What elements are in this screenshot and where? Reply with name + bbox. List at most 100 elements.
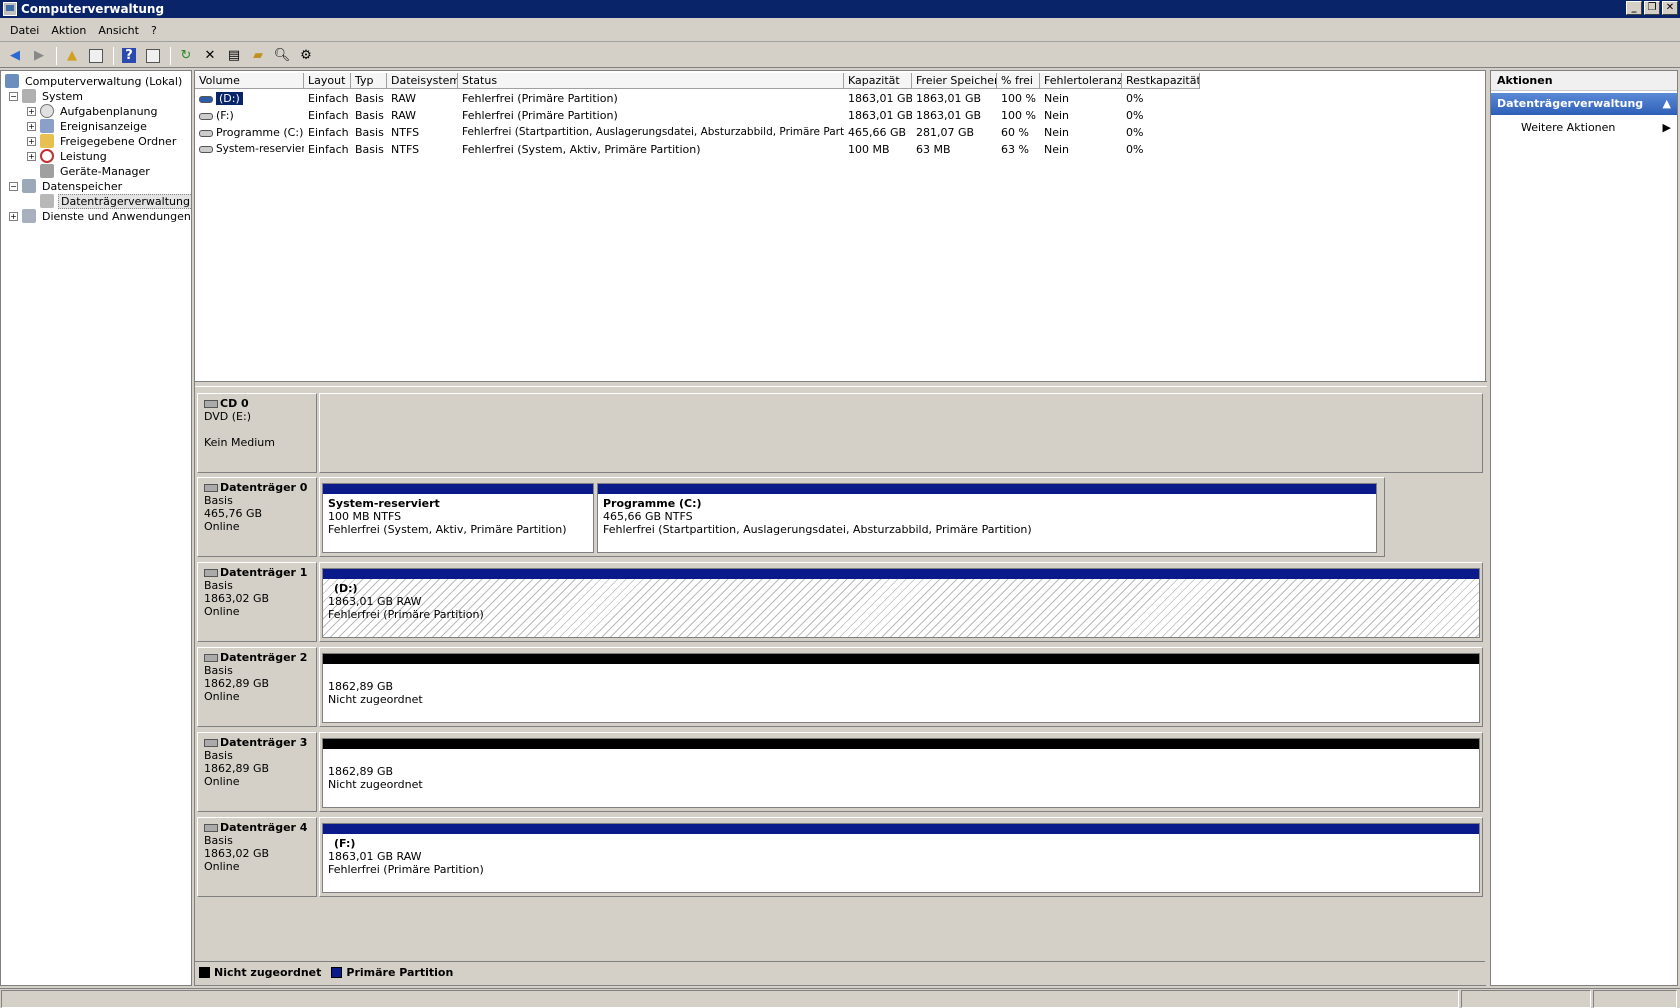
- partition-status: Fehlerfrei (Startpartition, Auslagerungs…: [603, 523, 1032, 536]
- partition-f[interactable]: (F:) 1863,01 GB RAW Fehlerfrei (Primäre …: [322, 823, 1480, 893]
- column-header-restkapazitaet[interactable]: Restkapazität: [1122, 73, 1200, 89]
- tree-item-aufgabenplanung[interactable]: + Aufgabenplanung: [27, 103, 160, 119]
- tree-item-ereignisanzeige[interactable]: + Ereignisanzeige: [27, 118, 149, 134]
- hard-disk-icon: [204, 568, 218, 577]
- minimize-button[interactable]: _: [1626, 1, 1642, 15]
- cell-freier-speicher: 63 MB: [916, 143, 951, 156]
- cell-typ: Basis: [355, 109, 384, 122]
- show-tree-button[interactable]: [85, 45, 107, 67]
- action-more-actions[interactable]: Weitere Aktionen ▶: [1491, 117, 1677, 139]
- tree-item-computerverwaltung[interactable]: Computerverwaltung (Lokal): [5, 73, 184, 89]
- collapse-toggle[interactable]: −: [9, 181, 18, 191]
- disk-label[interactable]: Datenträger 3 Basis 1862,89 GB Online: [197, 732, 317, 812]
- tree-item-label: Datenträgerverwaltung: [58, 193, 191, 209]
- menu-aktion[interactable]: Aktion: [45, 20, 92, 42]
- table-row[interactable]: System-reserviert Einfach Basis NTFS Feh…: [195, 141, 1200, 158]
- cell-prozent-frei: 100 %: [1001, 109, 1036, 122]
- partition-unallocated[interactable]: 1862,89 GB Nicht zugeordnet: [322, 653, 1480, 723]
- column-header-status[interactable]: Status: [458, 73, 844, 89]
- open-folder-icon: ▰: [253, 48, 263, 63]
- partition-size: 100 MB NTFS: [328, 510, 402, 523]
- column-header-prozent-frei[interactable]: % frei: [997, 73, 1040, 89]
- action-pane-button[interactable]: [142, 45, 164, 67]
- action-pane-icon: [146, 48, 160, 63]
- disk-name-text: Datenträger 1: [220, 566, 308, 579]
- column-header-typ[interactable]: Typ: [351, 73, 387, 89]
- table-row[interactable]: (F:) Einfach Basis RAW Fehlerfrei (Primä…: [195, 107, 1200, 124]
- partition-status: Fehlerfrei (Primäre Partition): [328, 608, 484, 621]
- menu-help[interactable]: ?: [145, 20, 163, 42]
- cell-layout: Einfach: [308, 126, 349, 139]
- open-button[interactable]: ▰: [247, 45, 269, 67]
- partition-color-bar: [598, 484, 1376, 494]
- delete-button[interactable]: ✕: [199, 45, 221, 67]
- tree-item-geraete-manager[interactable]: Geräte-Manager: [40, 163, 152, 179]
- disk-name: Datenträger 3: [204, 736, 310, 749]
- tree-item-datentraegerverwaltung[interactable]: Datenträgerverwaltung: [40, 193, 191, 209]
- collapse-up-icon[interactable]: ▲: [1663, 93, 1671, 115]
- table-row[interactable]: Programme (C:) Einfach Basis NTFS Fehler…: [195, 124, 1200, 141]
- tree-item-datenspeicher[interactable]: − Datenspeicher: [9, 178, 124, 194]
- tree-item-label: Freigegebene Ordner: [60, 134, 177, 148]
- expand-toggle[interactable]: +: [27, 121, 36, 131]
- up-folder-button[interactable]: ▲: [61, 45, 83, 67]
- cell-typ: Basis: [355, 143, 384, 156]
- disk-row-cd0: CD 0 DVD (E:) Kein Medium: [197, 393, 1483, 473]
- disk-label[interactable]: Datenträger 0 Basis 465,76 GB Online: [197, 477, 317, 557]
- disk-label[interactable]: Datenträger 4 Basis 1863,02 GB Online: [197, 817, 317, 897]
- status-cell: [1593, 990, 1677, 1008]
- expand-toggle[interactable]: +: [9, 211, 18, 221]
- partition-title: (F:): [334, 837, 356, 850]
- column-header-kapazitaet[interactable]: Kapazität: [844, 73, 912, 89]
- table-row[interactable]: (D:) Einfach Basis RAW Fehlerfrei (Primä…: [195, 90, 1200, 107]
- partition-unallocated[interactable]: 1862,89 GB Nicht zugeordnet: [322, 738, 1480, 808]
- collapse-toggle[interactable]: −: [9, 91, 18, 101]
- tree-item-dienste-und-anwendungen[interactable]: + Dienste und Anwendungen: [9, 208, 191, 224]
- close-button[interactable]: ✕: [1662, 1, 1678, 15]
- column-header-fehlertoleranz[interactable]: Fehlertoleranz: [1040, 73, 1122, 89]
- tree-item-label: Ereignisanzeige: [60, 119, 147, 133]
- legend-swatch: [199, 967, 210, 978]
- disk-partition-area: (F:) 1863,01 GB RAW Fehlerfrei (Primäre …: [319, 817, 1483, 897]
- column-header-volume[interactable]: Volume: [195, 73, 304, 89]
- tree-item-leistung[interactable]: + Leistung: [27, 148, 109, 164]
- menu-ansicht[interactable]: Ansicht: [92, 20, 145, 42]
- status-cell: [1, 990, 1459, 1008]
- partition-d[interactable]: (D:) 1863,01 GB RAW Fehlerfrei (Primäre …: [322, 568, 1480, 638]
- properties-button[interactable]: ▤: [223, 45, 245, 67]
- cell-prozent-frei: 63 %: [1001, 143, 1029, 156]
- disk-partition-area: 1862,89 GB Nicht zugeordnet: [319, 647, 1483, 727]
- column-header-layout[interactable]: Layout: [304, 73, 351, 89]
- tree-item-label: System: [42, 89, 84, 103]
- expand-toggle[interactable]: +: [27, 106, 36, 116]
- partition-programme-c[interactable]: Programme (C:) 465,66 GB NTFS Fehlerfrei…: [597, 483, 1377, 553]
- settings-button[interactable]: ⚙: [295, 45, 317, 67]
- tree-item-freigegebene-ordner[interactable]: + Freigegebene Ordner: [27, 133, 178, 149]
- console-tree: Computerverwaltung (Lokal) − System + Au…: [0, 70, 192, 986]
- search-button[interactable]: 🔍︎: [271, 45, 293, 67]
- cell-layout: Einfach: [308, 109, 349, 122]
- refresh-button[interactable]: ↻: [175, 45, 197, 67]
- tree-item-system[interactable]: − System: [9, 88, 85, 104]
- tree-item-label: Datenspeicher: [42, 179, 123, 193]
- expand-toggle[interactable]: +: [27, 136, 36, 146]
- app-icon: [3, 2, 17, 16]
- volume-name: Programme (C:): [216, 126, 304, 139]
- menu-datei[interactable]: Datei: [4, 20, 45, 42]
- disk-info-line: 1862,89 GB: [204, 762, 270, 775]
- cell-typ: Basis: [355, 126, 384, 139]
- expand-toggle[interactable]: +: [27, 151, 36, 161]
- disk-label[interactable]: Datenträger 2 Basis 1862,89 GB Online: [197, 647, 317, 727]
- partition-system-reserved[interactable]: System-reserviert 100 MB NTFS Fehlerfrei…: [322, 483, 594, 553]
- disk-label[interactable]: CD 0 DVD (E:) Kein Medium: [197, 393, 317, 473]
- column-header-dateisystem[interactable]: Dateisystem: [387, 73, 458, 89]
- disk-partition-area: (D:) 1863,01 GB RAW Fehlerfrei (Primäre …: [319, 562, 1483, 642]
- disk-label[interactable]: Datenträger 1 Basis 1863,02 GB Online: [197, 562, 317, 642]
- column-header-freier-speicher[interactable]: Freier Speicher: [912, 73, 997, 89]
- back-button[interactable]: ◀: [4, 45, 26, 67]
- help-button[interactable]: ?: [118, 45, 140, 67]
- forward-button[interactable]: ▶: [28, 45, 50, 67]
- actions-section-disk-management[interactable]: Datenträgerverwaltung ▲: [1491, 93, 1677, 115]
- cell-fehlertoleranz: Nein: [1044, 143, 1070, 156]
- restore-button[interactable]: ❐: [1644, 1, 1660, 15]
